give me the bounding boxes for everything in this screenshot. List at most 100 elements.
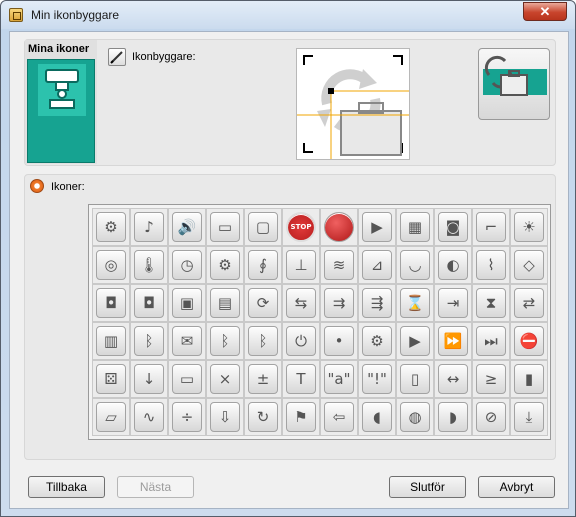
icon-palette-cell: ± xyxy=(244,360,282,398)
rotation-sensor-icon[interactable]: ◎ xyxy=(96,250,126,280)
icon-palette-cell: ⚙ xyxy=(92,208,130,246)
sensor-left-icon[interactable]: ◖ xyxy=(362,402,392,432)
envelope-icon[interactable]: ✉ xyxy=(172,326,202,356)
icon-palette-cell: ↓ xyxy=(130,360,168,398)
antenna-icon[interactable]: ⊥ xyxy=(286,250,316,280)
dish-icon[interactable]: ◡ xyxy=(400,250,430,280)
icon-palette-cell: ♪ xyxy=(130,208,168,246)
icon-palette-cell: ⏩ xyxy=(434,322,472,360)
finish-button[interactable]: Slutför xyxy=(389,476,466,498)
close-button[interactable]: ✕ xyxy=(523,2,567,21)
bluetooth-icon[interactable]: ᛒ xyxy=(134,326,164,356)
battery-icon[interactable]: ▯ xyxy=(400,364,430,394)
quote-exclaim-icon[interactable]: "!" xyxy=(362,364,392,394)
icon-builder-canvas[interactable] xyxy=(296,48,410,160)
sun-icon[interactable]: ☀ xyxy=(514,212,544,242)
plus-minus-icon[interactable]: ± xyxy=(248,364,278,394)
timer-icon[interactable]: ◷ xyxy=(172,250,202,280)
calculator-icon[interactable]: ÷ xyxy=(172,402,202,432)
icon-palette-cell: ⏻ xyxy=(282,322,320,360)
gear-icon[interactable]: ⚙ xyxy=(96,212,126,242)
chip-icon[interactable]: ▦ xyxy=(400,212,430,242)
dial-icon[interactable]: ◐ xyxy=(438,250,468,280)
edit-pencil-button[interactable] xyxy=(108,48,126,66)
split-arrows-icon[interactable]: ⇆ xyxy=(286,288,316,318)
refresh-icon[interactable]: ⟳ xyxy=(248,288,278,318)
flashlight-icon[interactable]: ▭ xyxy=(210,212,240,242)
sensor-right-icon[interactable]: ◗ xyxy=(438,402,468,432)
quote-a-icon[interactable]: "a" xyxy=(324,364,354,394)
stethoscope-icon[interactable]: ∮ xyxy=(248,250,278,280)
icon-grid: ⚙ ♪ 🔊 ▭ ▢ STOP ▶ ▦ ◙ ⌐ ☀ ◎ 🌡 ◷ ⚙ ∮ ⊥ ≋ ⊿ ◡ ◐ ⌇ ◇ ◘ ◘ ▣ ▤ ⟳ ⇆ ⇉ ⇶ ⌛ ⇥ ⧗ ⇄ ▥ ᛒ… xyxy=(92,208,548,436)
heartbeat-icon[interactable]: ∿ xyxy=(134,402,164,432)
briefcase-icon[interactable]: ▭ xyxy=(172,364,202,394)
arrow-merge-icon[interactable]: ⇉ xyxy=(324,288,354,318)
thermometer-icon[interactable]: 🌡 xyxy=(134,250,164,280)
power-icon[interactable]: ⏻ xyxy=(286,326,316,356)
text-t-icon[interactable]: T xyxy=(286,364,316,394)
my-icon-tile[interactable] xyxy=(27,59,95,163)
folder-open-icon[interactable]: ▱ xyxy=(96,402,126,432)
brick-icon[interactable]: ▣ xyxy=(172,288,202,318)
next-button[interactable]: Nästa xyxy=(117,476,194,498)
icon-palette-cell: ⇦ xyxy=(320,398,358,436)
dice-icon[interactable]: ⚄ xyxy=(96,364,126,394)
waveform-icon[interactable]: ≋ xyxy=(324,250,354,280)
compare-icon[interactable]: ≥ xyxy=(476,364,506,394)
skip-gear-icon[interactable]: ⏭ xyxy=(476,326,506,356)
icon-palette-cell: ◘ xyxy=(92,284,130,322)
down-arrow-icon[interactable]: ⇩ xyxy=(210,402,240,432)
box-icon[interactable]: ▤ xyxy=(210,288,240,318)
import-icon[interactable]: ⤓ xyxy=(514,402,544,432)
icon-palette-cell: ⚑ xyxy=(282,398,320,436)
flag-icon[interactable]: ⚑ xyxy=(286,402,316,432)
range-icon[interactable]: ↔ xyxy=(438,364,468,394)
music-note-icon[interactable]: ♪ xyxy=(134,212,164,242)
bluetooth-send-icon[interactable]: ᛒ xyxy=(210,326,240,356)
my-icons-label: Mina ikoner xyxy=(28,43,90,55)
play-gear-icon[interactable]: ▶ xyxy=(400,326,430,356)
icon-palette-cell: ◙ xyxy=(434,208,472,246)
forward-box-icon[interactable]: ⇥ xyxy=(438,288,468,318)
sensor-round-icon[interactable]: ◍ xyxy=(400,402,430,432)
eye-icon[interactable]: ◇ xyxy=(514,250,544,280)
arrow-split-icon[interactable]: ⇶ xyxy=(362,288,392,318)
hourglass-large-icon[interactable]: ⧗ xyxy=(476,288,506,318)
multiply-divide-icon[interactable]: × xyxy=(210,364,240,394)
microphone-icon[interactable]: ⌇ xyxy=(476,250,506,280)
icon-palette-cell: ▢ xyxy=(244,208,282,246)
stop-sign-icon[interactable]: STOP xyxy=(286,212,316,242)
hourglass-icon[interactable]: ⌛ xyxy=(400,288,430,318)
gear-small-icon[interactable]: ⚙ xyxy=(362,326,392,356)
red-ball-icon[interactable] xyxy=(324,212,354,242)
icons-section-icon xyxy=(30,179,44,193)
rotate-icon[interactable]: ↻ xyxy=(248,402,278,432)
icon-palette-cell: ∿ xyxy=(130,398,168,436)
satellite-dish-icon[interactable]: ⊿ xyxy=(362,250,392,280)
icon-palette-cell: ▣ xyxy=(168,284,206,322)
pencil-icon xyxy=(110,51,123,64)
play-icon[interactable]: ▶ xyxy=(362,212,392,242)
stop-gear-icon[interactable]: ⛔ xyxy=(514,326,544,356)
switch-icon[interactable]: ▮ xyxy=(514,364,544,394)
faucet-icon[interactable]: ⌐ xyxy=(476,212,506,242)
left-arrow-icon[interactable]: ⇦ xyxy=(324,402,354,432)
screen-icon[interactable]: ▢ xyxy=(248,212,278,242)
result-icon-tile[interactable] xyxy=(478,48,550,120)
transfer-icon[interactable]: ⇄ xyxy=(514,288,544,318)
camera-icon[interactable]: ◙ xyxy=(438,212,468,242)
clipboard-icon[interactable]: ▥ xyxy=(96,326,126,356)
bluetooth-receive-icon[interactable]: ᛒ xyxy=(248,326,278,356)
dot-icon[interactable]: • xyxy=(324,326,354,356)
download-arrow-icon[interactable]: ↓ xyxy=(134,364,164,394)
large-motor-icon[interactable]: ◘ xyxy=(134,288,164,318)
fast-forward-gear-icon[interactable]: ⏩ xyxy=(438,326,468,356)
icon-palette-cell: ◡ xyxy=(396,246,434,284)
back-button[interactable]: Tillbaka xyxy=(28,476,105,498)
icon-palette-cell: ≥ xyxy=(472,360,510,398)
cancel-button[interactable]: Avbryt xyxy=(478,476,555,498)
speaker-icon[interactable]: 🔊 xyxy=(172,212,202,242)
motor-icon[interactable]: ◘ xyxy=(96,288,126,318)
sound-sensor-icon[interactable]: ⚙ xyxy=(210,250,240,280)
no-entry-icon[interactable]: ⊘ xyxy=(476,402,506,432)
